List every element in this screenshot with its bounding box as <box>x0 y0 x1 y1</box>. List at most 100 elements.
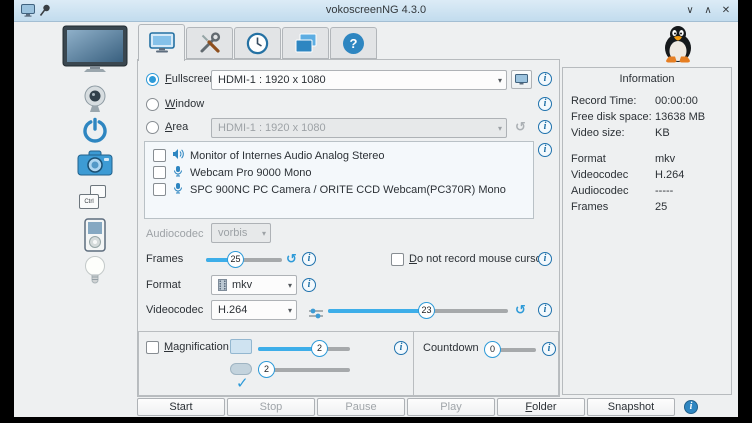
slider-fill <box>258 347 319 351</box>
magnification-label: Magnification <box>164 341 229 353</box>
identify-screen-button[interactable] <box>511 70 532 89</box>
videocodec-info-icon[interactable]: i <box>538 303 552 317</box>
frames-reset-icon[interactable]: ↺ <box>286 253 297 266</box>
format-info-icon[interactable]: i <box>302 278 316 292</box>
mouse-cursor-checkbox[interactable] <box>391 253 404 266</box>
audio-checkbox[interactable] <box>153 183 166 196</box>
record-time-label: Record Time: <box>571 95 636 107</box>
magnification-zoom-slider[interactable]: 2 <box>258 340 350 357</box>
area-label: Area <box>165 121 188 133</box>
chevron-down-icon: ▾ <box>498 76 502 85</box>
audio-device-label: SPC 900NC PC Camera / ORITE CCD Webcam(P… <box>190 184 506 196</box>
help-icon: ? <box>343 33 364 54</box>
sidebar-webcam-icon <box>82 85 108 118</box>
fullscreen-info-icon[interactable]: i <box>538 72 552 86</box>
info-panel: Information Record Time: 00:00:00 Free d… <box>562 67 732 395</box>
chevron-down-icon: ▾ <box>288 306 292 315</box>
maximize-button[interactable]: ∧ <box>700 2 716 19</box>
audio-device-row[interactable]: Webcam Pro 9000 Mono <box>153 164 533 181</box>
countdown-label: Countdown <box>423 342 479 354</box>
frames-info-icon[interactable]: i <box>302 252 316 266</box>
frames-slider[interactable]: 25 <box>206 251 282 268</box>
vokoscreen-window: vokoscreenNG 4.3.0 ∨ ∧ ✕ <box>14 0 738 417</box>
magnification-checkbox[interactable] <box>146 341 159 354</box>
videocodec-slider[interactable]: 23 <box>328 302 508 319</box>
audiocodec-label: Audiocodec <box>146 228 204 240</box>
tab-timer[interactable] <box>234 27 281 59</box>
frames-info-label: Frames <box>571 201 608 213</box>
area-info-icon[interactable]: i <box>538 120 552 134</box>
magnification-preview <box>230 339 252 354</box>
countdown-slider[interactable]: 0 <box>486 341 536 358</box>
tab-screen[interactable] <box>138 24 185 61</box>
magnification-info-icon[interactable]: i <box>394 341 408 355</box>
mouse-cursor-label: Do not record mouse cursor <box>409 253 545 265</box>
frames-slider-handle[interactable]: 25 <box>227 251 244 268</box>
audio-device-row[interactable]: Monitor of Internes Audio Analog Stereo <box>153 147 533 164</box>
quality-adjust-icon <box>308 306 324 324</box>
audiocodec-select: vorbis ▾ <box>211 223 271 243</box>
window-label: Window <box>165 98 204 110</box>
videocodec-reset-icon[interactable]: ↺ <box>515 304 526 317</box>
magnification-size-handle[interactable]: 2 <box>258 361 275 378</box>
area-radio[interactable] <box>146 121 159 134</box>
audio-checkbox[interactable] <box>153 166 166 179</box>
window-title: vokoscreenNG 4.3.0 <box>14 4 738 16</box>
fullscreen-label: Fullscreen <box>165 73 216 85</box>
film-icon <box>218 279 227 291</box>
audio-device-label: Monitor of Internes Audio Analog Stereo <box>190 150 384 162</box>
audio-device-row[interactable]: SPC 900NC PC Camera / ORITE CCD Webcam(P… <box>153 181 533 198</box>
folder-button[interactable]: Folder <box>497 398 585 416</box>
minimize-button[interactable]: ∨ <box>682 2 698 19</box>
footer-info-icon[interactable]: i <box>684 400 698 414</box>
videocodec-info-label: Videocodec <box>571 169 628 181</box>
sidebar-camera-icon <box>77 149 113 182</box>
magnification-size-slider[interactable]: 2 <box>258 361 350 378</box>
audio-device-list: Monitor of Internes Audio Analog Stereo … <box>144 141 534 219</box>
microphone-icon <box>172 182 184 197</box>
window-radio[interactable] <box>146 98 159 111</box>
tab-tools[interactable] <box>186 27 233 59</box>
audio-info-icon[interactable]: i <box>538 143 552 157</box>
sidebar-screen-icon <box>62 25 128 78</box>
sidebar-lightbulb-icon <box>83 255 107 292</box>
chevron-down-icon: ▾ <box>262 229 266 238</box>
countdown-handle[interactable]: 0 <box>484 341 501 358</box>
videocodec-select[interactable]: H.264 ▾ <box>211 300 297 320</box>
start-button[interactable]: Start <box>137 398 225 416</box>
sidebar-power-icon <box>82 117 108 148</box>
info-panel-title: Information <box>563 73 731 85</box>
format-info-value: mkv <box>655 153 675 165</box>
audio-checkbox[interactable] <box>153 149 166 162</box>
screen: vokoscreenNG 4.3.0 ∨ ∧ ✕ <box>0 0 752 423</box>
titlebar[interactable]: vokoscreenNG 4.3.0 ∨ ∧ ✕ <box>14 0 738 22</box>
speaker-icon <box>172 148 184 163</box>
play-button: Play <box>407 398 495 416</box>
microphone-icon <box>172 165 184 180</box>
videocodec-label: Videocodec <box>146 304 203 316</box>
fullscreen-radio[interactable] <box>146 73 159 86</box>
screen-select[interactable]: HDMI-1 : 1920 x 1080 ▾ <box>211 70 507 90</box>
format-select[interactable]: mkv ▾ <box>211 275 297 295</box>
audiocodec-info-label: Audiocodec <box>571 185 629 197</box>
magnification-zoom-handle[interactable]: 2 <box>311 340 328 357</box>
snapshot-button[interactable]: Snapshot <box>587 398 675 416</box>
free-disk-value: 13638 MB <box>655 111 705 123</box>
tux-logo <box>660 25 696 68</box>
chevron-down-icon: ▾ <box>288 281 292 290</box>
close-button[interactable]: ✕ <box>718 2 734 19</box>
window-info-icon[interactable]: i <box>538 97 552 111</box>
frames-label: Frames <box>146 253 183 265</box>
stop-button: Stop <box>227 398 315 416</box>
record-time-value: 00:00:00 <box>655 95 698 107</box>
screen-tab-panel: Fullscreen HDMI-1 : 1920 x 1080 ▾ i Wind… <box>137 59 560 397</box>
magnification-check-icon[interactable]: ✓ <box>236 374 249 392</box>
mouse-cursor-info-icon[interactable]: i <box>538 252 552 266</box>
frames-info-value: 25 <box>655 201 667 213</box>
tab-windows[interactable] <box>282 27 329 59</box>
audio-device-label: Webcam Pro 9000 Mono <box>190 167 311 179</box>
countdown-info-icon[interactable]: i <box>542 342 556 356</box>
tab-help[interactable]: ? <box>330 27 377 59</box>
videocodec-slider-handle[interactable]: 23 <box>418 302 435 319</box>
audiocodec-info-value: ----- <box>655 185 673 197</box>
